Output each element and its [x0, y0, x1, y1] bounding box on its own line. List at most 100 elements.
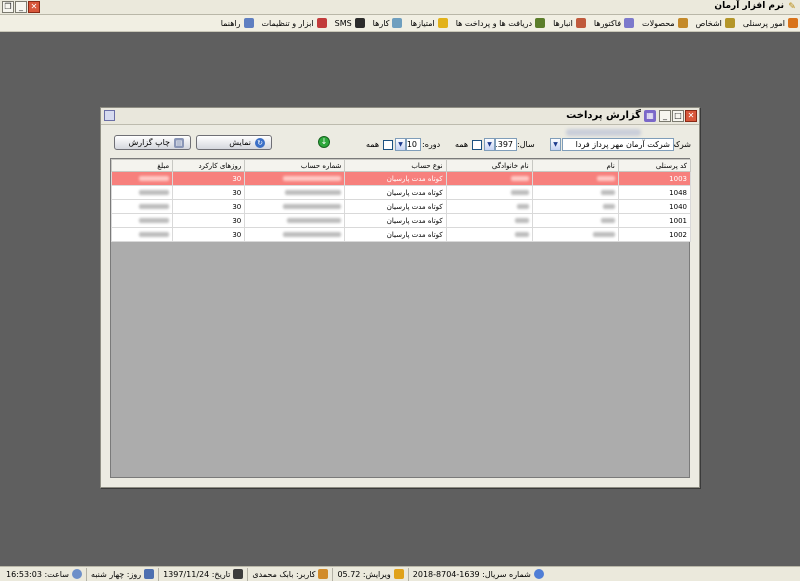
cell-first-name	[531, 199, 619, 214]
period-all-label: همه	[366, 140, 380, 149]
filter-bar: شرکت: شرکت آرمان مهر پرداز فردا ▼ سال: 1…	[101, 129, 699, 155]
status-date: تاریخ: 1397/11/24	[159, 567, 249, 581]
payment-report-dialog: ✕ □ _ ▦ گزارش پرداخت شرکت: شرکت آرمان مه…	[100, 107, 700, 488]
redacted-value	[139, 204, 170, 209]
period-select[interactable]: 10	[406, 138, 421, 151]
dialog-maximize-button[interactable]: □	[672, 110, 684, 122]
minimize-button[interactable]: _	[15, 1, 27, 13]
menu-item-6[interactable]: امتیازها	[410, 18, 448, 28]
table-row[interactable]: 1002 کوتاه مدت پارسیان 30	[110, 227, 692, 242]
year-all-checkbox[interactable]	[472, 140, 482, 150]
menu-item-2[interactable]: محصولات	[642, 18, 688, 28]
col-work-days[interactable]: روزهای کارکرد	[172, 159, 246, 172]
cell-work-days: 30	[172, 185, 246, 200]
col-account-number[interactable]: شماره حساب	[244, 159, 346, 172]
window-menu-icon[interactable]	[104, 110, 115, 121]
dialog-close-button[interactable]: ✕	[685, 110, 697, 122]
year-dropdown-button[interactable]: ▼	[484, 138, 495, 151]
table-row[interactable]: 1048 کوتاه مدت پارسیان 30	[110, 185, 692, 200]
print-report-button[interactable]: ▤ چاپ گزارش	[114, 135, 191, 150]
cell-account-number	[244, 227, 346, 242]
redacted-value	[510, 190, 529, 195]
cell-personnel-code: 1048	[617, 185, 692, 200]
cell-work-days: 30	[172, 227, 246, 242]
table-row[interactable]: 1001 کوتاه مدت پارسیان 30	[110, 213, 692, 228]
redacted-value	[283, 176, 342, 181]
cell-personnel-code: 1001	[617, 213, 692, 228]
menu-item-label: ابزار و تنظیمات	[261, 18, 314, 28]
cell-last-name	[445, 199, 533, 214]
menu-item-5[interactable]: دریافت ها و پرداخت ها	[456, 18, 546, 28]
redacted-value	[600, 218, 615, 223]
restore-button[interactable]: ❐	[2, 1, 14, 13]
menu-item-4[interactable]: انبارها	[553, 18, 586, 28]
redacted-value	[514, 232, 529, 237]
redacted-value	[596, 176, 615, 181]
year-select[interactable]: 1397	[495, 138, 517, 151]
redacted-value	[600, 190, 615, 195]
sms-icon	[354, 18, 365, 28]
cell-work-days: 30	[172, 171, 246, 186]
period-label: دوره:	[422, 140, 441, 149]
payment-icon	[535, 18, 546, 28]
redacted-value	[283, 232, 342, 237]
cell-amount	[110, 185, 174, 200]
table-header: کد پرسنلی نام نام خانوادگی نوع حساب شمار…	[110, 159, 692, 172]
user-icon	[318, 569, 329, 579]
cell-account-type: کوتاه مدت پارسیان	[344, 185, 447, 200]
col-first-name[interactable]: نام	[531, 159, 619, 172]
payment-grid: کد پرسنلی نام نام خانوادگی نوع حساب شمار…	[110, 158, 692, 478]
redacted-value	[602, 204, 615, 209]
date-icon	[233, 569, 244, 579]
star-icon	[437, 18, 448, 28]
table-row[interactable]: 1003 کوتاه مدت پارسیان 30	[110, 171, 692, 186]
cell-amount	[110, 199, 174, 214]
refresh-icon[interactable]: ↓	[318, 136, 330, 148]
menu-item-label: اشخاص	[695, 18, 722, 28]
status-user: کاربر: بابک محمدی	[248, 567, 334, 581]
menu-item-0[interactable]: امور پرسنلی	[743, 18, 798, 28]
cell-first-name	[531, 171, 619, 186]
payment-table: کد پرسنلی نام نام خانوادگی نوع حساب شمار…	[110, 159, 692, 242]
show-button[interactable]: ↻ نمایش	[196, 135, 272, 150]
cell-account-number	[244, 199, 346, 214]
col-amount[interactable]: مبلغ	[110, 159, 174, 172]
cell-personnel-code: 1003	[617, 171, 692, 186]
status-version: ویرایش: 05.72	[333, 567, 409, 581]
period-all-checkbox[interactable]	[383, 140, 393, 150]
menu-item-10[interactable]: راهنما	[221, 18, 254, 28]
menu-item-label: محصولات	[642, 18, 675, 28]
menu-item-7[interactable]: کارها	[373, 18, 403, 28]
redacted-value	[283, 204, 342, 209]
company-select[interactable]: شرکت آرمان مهر پرداز فردا	[562, 138, 674, 151]
menu-item-8[interactable]: SMS	[335, 18, 365, 28]
status-serial: شماره سریال: 1639-8704-2018	[409, 568, 548, 581]
company-dropdown-button[interactable]: ▼	[550, 138, 561, 151]
year-all-label: همه	[455, 140, 469, 149]
redacted-value	[139, 232, 170, 237]
cell-first-name	[531, 213, 619, 228]
col-last-name[interactable]: نام خانوادگی	[445, 159, 533, 172]
cell-first-name	[531, 185, 619, 200]
cell-personnel-code: 1002	[617, 227, 692, 242]
app-icon: ✎	[788, 2, 796, 12]
help-icon	[243, 18, 254, 28]
menu-item-label: فاکتورها	[593, 18, 622, 28]
menu-item-9[interactable]: ابزار و تنظیمات	[262, 18, 327, 28]
menu-item-1[interactable]: اشخاص	[696, 18, 735, 28]
dialog-minimize-button[interactable]: _	[659, 110, 671, 122]
redacted-value	[139, 176, 170, 181]
table-row[interactable]: 1040 کوتاه مدت پارسیان 30	[110, 199, 692, 214]
col-personnel-code[interactable]: کد پرسنلی	[617, 159, 692, 172]
menu-item-3[interactable]: فاکتورها	[593, 18, 635, 28]
redacted-value	[285, 190, 342, 195]
menu-item-label: کارها	[372, 18, 390, 28]
cell-work-days: 30	[172, 199, 246, 214]
close-button[interactable]: ✕	[28, 1, 40, 13]
period-dropdown-button[interactable]: ▼	[395, 138, 406, 151]
cell-last-name	[445, 185, 533, 200]
personnel-icon	[788, 18, 798, 28]
col-account-type[interactable]: نوع حساب	[344, 159, 447, 172]
invoice-icon	[624, 18, 635, 28]
cell-personnel-code: 1040	[617, 199, 692, 214]
